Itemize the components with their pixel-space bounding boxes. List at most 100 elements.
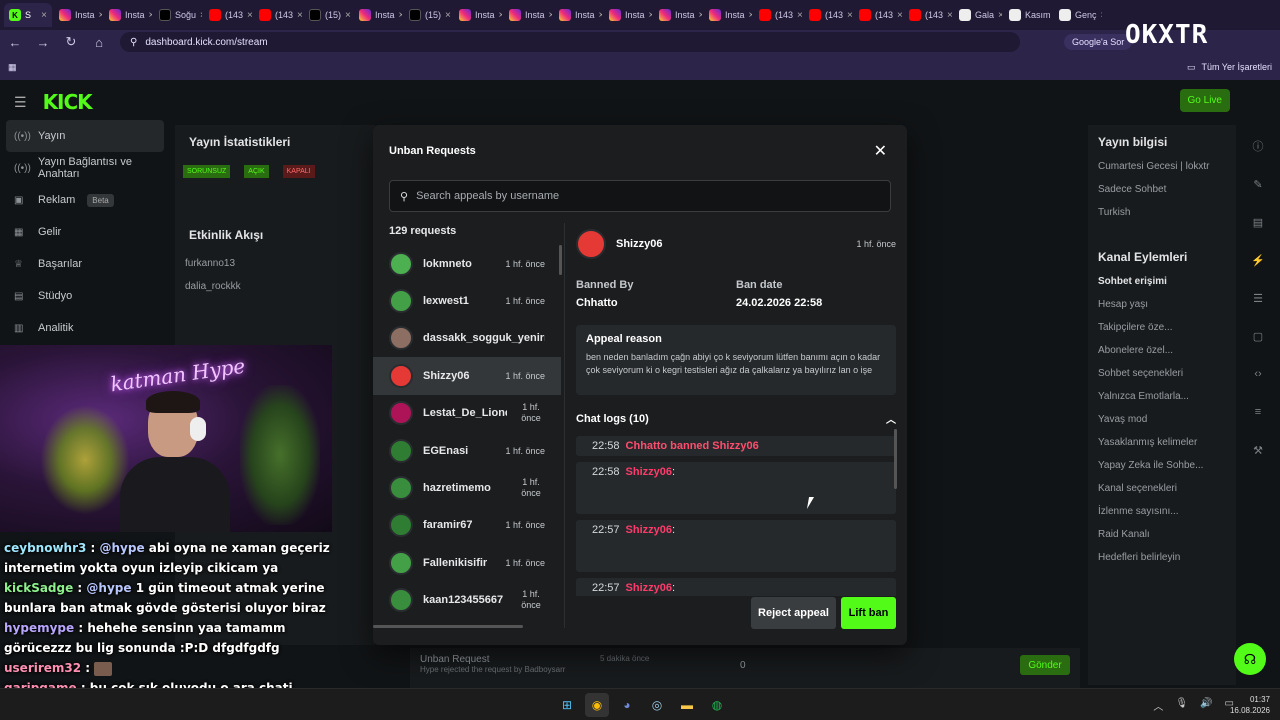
close-tab-icon[interactable]: × xyxy=(649,10,652,21)
request-item[interactable]: Fallenikisifir 1 hf. önce xyxy=(373,544,561,581)
browser-tab[interactable]: Gala × xyxy=(954,3,1002,27)
file-explorer-icon[interactable]: ▬ xyxy=(675,693,699,717)
close-icon[interactable]: ✕ xyxy=(874,141,887,161)
home-icon[interactable]: ⌂ xyxy=(92,35,106,50)
discord-icon[interactable]: ◕ xyxy=(615,693,639,717)
list-scrollbar[interactable] xyxy=(559,245,562,275)
browser-tab[interactable]: Insta × xyxy=(504,3,552,27)
channel-setting-row[interactable]: Yapay Zeka ile Sohbe... xyxy=(1088,454,1236,477)
request-item[interactable]: hazretimemo 1 hf. önce xyxy=(373,469,561,506)
windows-start-icon[interactable]: ⊞ xyxy=(555,693,579,717)
browser-tab[interactable]: (15) × xyxy=(404,3,452,27)
list-horizontal-scrollbar[interactable] xyxy=(373,625,523,628)
list-icon[interactable]: ☰ xyxy=(1247,287,1269,309)
channel-setting-row[interactable]: Yalnızca Emotlarla... xyxy=(1088,385,1236,408)
all-bookmarks[interactable]: ▭ Tüm Yer İşaretleri xyxy=(1187,62,1272,73)
close-tab-icon[interactable]: × xyxy=(345,10,351,21)
stack-icon[interactable]: ≡ xyxy=(1247,401,1269,423)
close-tab-icon[interactable]: × xyxy=(897,10,902,21)
browser-tab[interactable]: (15) × xyxy=(304,3,352,27)
reload-icon[interactable]: ↻ xyxy=(64,34,78,50)
channel-setting-row[interactable]: Sohbet seçenekleri xyxy=(1088,362,1236,385)
back-icon[interactable]: ← xyxy=(8,35,22,50)
sidebar-item[interactable]: ▥ Analitik xyxy=(0,312,170,344)
browser-tab[interactable]: Insta × xyxy=(454,3,502,27)
close-tab-icon[interactable]: × xyxy=(749,10,752,21)
close-tab-icon[interactable]: × xyxy=(797,10,802,21)
site-info-icon[interactable]: ⚲ xyxy=(130,37,137,48)
chevron-up-icon[interactable]: ︿ xyxy=(886,411,896,426)
channel-setting-row[interactable]: İzlenme sayısını... xyxy=(1088,500,1236,523)
sidebar-item[interactable]: ▤ Stüdyo xyxy=(0,280,170,312)
close-tab-icon[interactable]: × xyxy=(549,10,552,21)
browser-tab[interactable]: Insta × xyxy=(54,3,102,27)
close-tab-icon[interactable]: × xyxy=(99,10,102,21)
close-tab-icon[interactable]: × xyxy=(1101,10,1102,21)
lightning-icon[interactable]: ⚡ xyxy=(1247,249,1269,271)
close-tab-icon[interactable]: × xyxy=(847,10,852,21)
sidebar-item[interactable]: ((•)) Yayın Bağlantısı ve Anahtarı xyxy=(0,152,170,184)
menu-icon[interactable]: ☰ xyxy=(14,94,27,111)
sidebar-item[interactable]: ▦ Gelir xyxy=(0,216,170,248)
channel-setting-row[interactable]: Kanal seçenekleri xyxy=(1088,477,1236,500)
close-tab-icon[interactable]: × xyxy=(399,10,402,21)
tool-icon[interactable]: ⚒ xyxy=(1247,439,1269,461)
kick-logo[interactable]: KICK xyxy=(43,90,93,114)
browser-tab[interactable]: K S × xyxy=(4,3,52,27)
help-icon[interactable]: ☊ xyxy=(1234,643,1266,675)
request-item[interactable]: lokmneto 1 hf. önce xyxy=(373,245,561,282)
speaker-icon[interactable]: 🔊 xyxy=(1200,698,1212,713)
browser-tab[interactable]: (143 × xyxy=(204,3,252,27)
reject-appeal-button[interactable]: Reject appeal xyxy=(751,597,836,629)
close-tab-icon[interactable]: × xyxy=(947,10,952,21)
code-icon[interactable]: ‹› xyxy=(1247,363,1269,385)
browser-tab[interactable]: Genç× xyxy=(1054,3,1102,27)
channel-setting-row[interactable]: Yavaş mod xyxy=(1088,408,1236,431)
info-icon[interactable]: ⓘ xyxy=(1247,135,1269,157)
lift-ban-button[interactable]: Lift ban xyxy=(841,597,896,629)
request-item[interactable]: lexwest1 1 hf. önce xyxy=(373,282,561,319)
close-tab-icon[interactable]: × xyxy=(998,10,1002,21)
microphone-icon[interactable]: 🎙 xyxy=(1175,698,1188,713)
close-tab-icon[interactable]: × xyxy=(699,10,702,21)
grid-icon[interactable]: ▤ xyxy=(1247,211,1269,233)
close-tab-icon[interactable]: × xyxy=(297,10,302,21)
steam-icon[interactable]: ◎ xyxy=(645,693,669,717)
close-tab-icon[interactable]: × xyxy=(599,10,602,21)
browser-tab[interactable]: Insta × xyxy=(654,3,702,27)
request-item[interactable]: faramir67 1 hf. önce xyxy=(373,507,561,544)
close-tab-icon[interactable]: × xyxy=(499,10,502,21)
request-item[interactable]: EGEnasi 1 hf. önce xyxy=(373,432,561,469)
close-tab-icon[interactable]: × xyxy=(445,10,451,21)
taskbar-clock[interactable]: 01:37 16.08.2026 xyxy=(1230,694,1270,716)
url-field[interactable]: ⚲ dashboard.kick.com/stream xyxy=(120,32,1020,52)
browser-tab[interactable]: Insta × xyxy=(354,3,402,27)
request-item[interactable]: dassakk_sogguk_yenirrrss xyxy=(373,320,561,357)
close-tab-icon[interactable]: × xyxy=(200,10,202,21)
browser-tab[interactable]: (143 × xyxy=(804,3,852,27)
forward-icon[interactable]: → xyxy=(36,35,50,50)
request-item[interactable]: Shizzy06 1 hf. önce xyxy=(373,357,561,395)
request-item[interactable]: kaan123455667 1 hf. önce xyxy=(373,582,561,619)
search-input[interactable] xyxy=(416,190,880,202)
channel-setting-row[interactable]: Yasaklanmış kelimeler xyxy=(1088,431,1236,454)
browser-tab[interactable]: Soğu× xyxy=(154,3,202,27)
send-button[interactable]: Gönder xyxy=(1020,655,1070,675)
sidebar-item[interactable]: ♕ Başarılar xyxy=(0,248,170,280)
browser-tab[interactable]: Insta × xyxy=(554,3,602,27)
browser-tab[interactable]: Insta × xyxy=(604,3,652,27)
browser-tab[interactable]: (143 × xyxy=(904,3,952,27)
apps-icon[interactable]: ▦ xyxy=(8,62,17,73)
browser-tab[interactable]: (143 × xyxy=(854,3,902,27)
channel-setting-row[interactable]: Abonelere özel... xyxy=(1088,339,1236,362)
edit-icon[interactable]: ✎ xyxy=(1247,173,1269,195)
sidebar-item[interactable]: ((•)) Yayın xyxy=(6,120,164,152)
logs-scrollbar[interactable] xyxy=(894,429,897,489)
channel-setting-row[interactable]: Hesap yaşı xyxy=(1088,293,1236,316)
close-tab-icon[interactable]: × xyxy=(41,10,47,21)
spotify-icon[interactable]: ◍ xyxy=(705,693,729,717)
chat-logs-header[interactable]: Chat logs (10) ︿ xyxy=(576,411,896,427)
browser-tab[interactable]: (143 × xyxy=(754,3,802,27)
browser-tab[interactable]: Kasım× xyxy=(1004,3,1052,27)
channel-setting-row[interactable]: Takipçilere öze... xyxy=(1088,316,1236,339)
